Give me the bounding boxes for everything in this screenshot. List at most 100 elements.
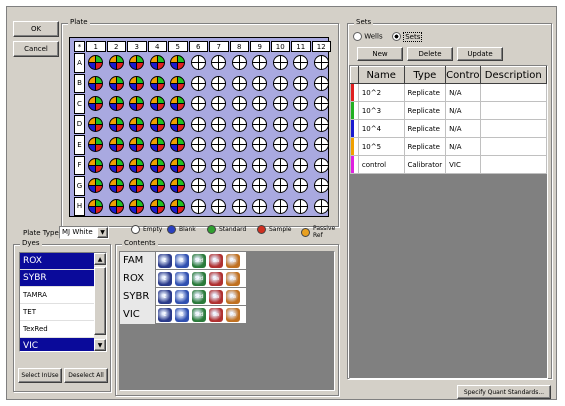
plate-well[interactable] bbox=[231, 75, 247, 91]
plate-column-header[interactable]: 9 bbox=[250, 41, 270, 52]
deselect-all-button[interactable]: Deselect All bbox=[64, 368, 108, 383]
content-type-icon[interactable]: Sa bbox=[209, 254, 223, 268]
plate-well[interactable] bbox=[190, 137, 206, 152]
cancel-button[interactable]: Cancel bbox=[13, 41, 59, 57]
plate-well[interactable] bbox=[88, 137, 103, 152]
plate-well[interactable] bbox=[149, 198, 165, 214]
plate-well[interactable] bbox=[211, 157, 226, 173]
plate-well[interactable] bbox=[231, 198, 247, 214]
plate-well[interactable] bbox=[231, 116, 247, 132]
dyes-list[interactable]: ROX SYBR TAMRA TET TexRed VIC ▲ ▼ bbox=[19, 252, 107, 352]
plate-well[interactable] bbox=[272, 55, 288, 70]
plate-well[interactable] bbox=[108, 75, 124, 91]
plate-well[interactable] bbox=[293, 198, 308, 214]
dye-list-item[interactable]: ROX bbox=[20, 253, 94, 270]
plate-well[interactable] bbox=[88, 157, 103, 173]
content-type-icon[interactable]: E bbox=[158, 272, 172, 286]
plate-well[interactable] bbox=[88, 198, 103, 214]
sets-column-header[interactable]: Contro bbox=[445, 66, 481, 84]
plate-well[interactable] bbox=[231, 157, 247, 173]
select-in-use-button[interactable]: Select InUse bbox=[18, 368, 62, 383]
plate-well[interactable] bbox=[313, 198, 329, 214]
plate-type-select[interactable]: MJ White ▼ bbox=[59, 226, 109, 239]
content-type-icon[interactable]: Std bbox=[192, 254, 206, 268]
plate-well[interactable] bbox=[88, 178, 103, 193]
plate-well[interactable] bbox=[272, 116, 288, 132]
specify-quant-standards-button[interactable]: Specify Quant Standards... bbox=[457, 385, 551, 399]
content-type-icon[interactable]: E bbox=[158, 308, 172, 322]
plate-column-header[interactable]: 1 bbox=[86, 41, 106, 52]
dye-list-item[interactable]: TAMRA bbox=[20, 287, 94, 304]
set-name-cell[interactable]: 10^4 bbox=[357, 119, 405, 138]
scroll-up-icon[interactable]: ▲ bbox=[94, 253, 106, 265]
plate-row-header[interactable]: A bbox=[74, 53, 85, 73]
content-type-icon[interactable]: B bbox=[175, 290, 189, 304]
content-type-icon[interactable]: Std bbox=[192, 290, 206, 304]
plate-well[interactable] bbox=[211, 96, 226, 111]
plate-column-header[interactable]: 2 bbox=[106, 41, 126, 52]
content-type-icon[interactable]: Sa bbox=[209, 308, 223, 322]
plate-well[interactable] bbox=[272, 178, 288, 193]
plate-column-header[interactable]: 6 bbox=[188, 41, 208, 52]
set-description-cell[interactable] bbox=[479, 83, 547, 102]
delete-button[interactable]: Delete bbox=[407, 47, 453, 61]
dyes-scrollbar[interactable]: ▲ ▼ bbox=[94, 253, 106, 351]
sets-column-header[interactable]: Name bbox=[357, 66, 405, 84]
plate-well[interactable] bbox=[293, 137, 308, 152]
plate-well[interactable] bbox=[108, 137, 124, 152]
plate-row-header[interactable]: F bbox=[74, 155, 85, 175]
content-type-icon[interactable]: B bbox=[175, 254, 189, 268]
content-type-icon[interactable]: Sa bbox=[209, 290, 223, 304]
plate-well[interactable] bbox=[293, 55, 308, 70]
plate-well[interactable] bbox=[149, 96, 165, 111]
set-description-cell[interactable] bbox=[479, 155, 547, 174]
content-type-icon[interactable]: Std bbox=[192, 272, 206, 286]
set-description-cell[interactable] bbox=[479, 137, 547, 156]
plate-well[interactable] bbox=[149, 157, 165, 173]
plate-row-header[interactable]: B bbox=[74, 73, 85, 93]
plate-well[interactable] bbox=[108, 116, 124, 132]
plate-column-header[interactable]: 4 bbox=[147, 41, 167, 52]
plate-well[interactable] bbox=[293, 96, 308, 111]
plate-well[interactable] bbox=[313, 116, 329, 132]
plate-well[interactable] bbox=[313, 55, 329, 70]
plate-well[interactable] bbox=[129, 75, 144, 91]
update-button[interactable]: Update bbox=[457, 47, 503, 61]
plate-well[interactable] bbox=[252, 75, 267, 91]
plate-column-header[interactable]: 11 bbox=[291, 41, 311, 52]
plate-well[interactable] bbox=[231, 55, 247, 70]
plate-well[interactable] bbox=[211, 178, 226, 193]
plate-well[interactable] bbox=[211, 198, 226, 214]
plate-well[interactable] bbox=[170, 96, 185, 111]
plate-well[interactable] bbox=[231, 96, 247, 111]
contents-grid[interactable]: FAM E B Std Sa Pa ROX E B Std Sa Pa SYBR E B Std Sa Pa VIC… bbox=[119, 251, 335, 391]
content-type-icon[interactable]: E bbox=[158, 254, 172, 268]
plate-well[interactable] bbox=[108, 178, 124, 193]
content-type-icon[interactable]: E bbox=[158, 290, 172, 304]
content-type-icon[interactable]: Std bbox=[192, 308, 206, 322]
content-type-icon[interactable]: B bbox=[175, 272, 189, 286]
dye-list-item[interactable]: TET bbox=[20, 304, 94, 321]
contents-row[interactable]: ROX E B Std Sa Pa bbox=[120, 270, 246, 288]
plate-well[interactable] bbox=[129, 55, 144, 70]
sets-table-row[interactable]: 10^2 Replicate N/A bbox=[350, 83, 547, 102]
plate-row-header[interactable]: G bbox=[74, 176, 85, 196]
plate-well[interactable] bbox=[252, 137, 267, 152]
contents-row[interactable]: FAM E B Std Sa Pa bbox=[120, 252, 246, 270]
plate-well[interactable] bbox=[88, 55, 103, 70]
plate-row-header[interactable]: E bbox=[74, 135, 85, 155]
set-name-cell[interactable]: 10^2 bbox=[357, 83, 405, 102]
plate-well[interactable] bbox=[211, 55, 226, 70]
set-control-cell[interactable]: VIC bbox=[445, 155, 481, 174]
plate-well[interactable] bbox=[108, 55, 124, 70]
dye-list-item[interactable]: SYBR bbox=[20, 270, 94, 287]
set-type-cell[interactable]: Calibrator bbox=[403, 155, 447, 174]
plate-well[interactable] bbox=[190, 157, 206, 173]
plate-well[interactable] bbox=[88, 96, 103, 111]
plate-well[interactable] bbox=[129, 157, 144, 173]
plate-well[interactable] bbox=[211, 116, 226, 132]
plate-well[interactable] bbox=[293, 178, 308, 193]
plate-well[interactable] bbox=[293, 116, 308, 132]
plate-well[interactable] bbox=[149, 178, 165, 193]
plate-well[interactable] bbox=[149, 75, 165, 91]
